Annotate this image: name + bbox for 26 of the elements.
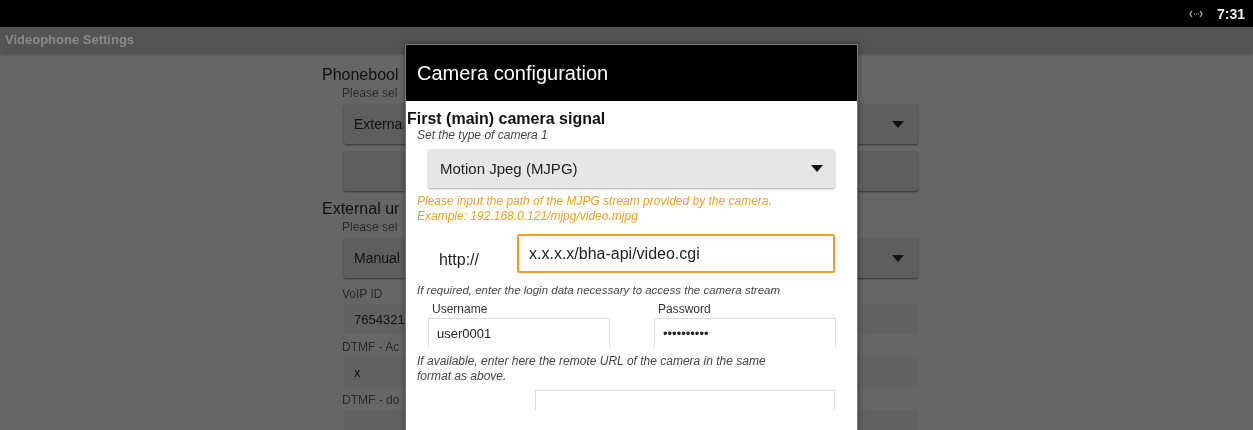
- data-transfer-icon: [1188, 9, 1203, 18]
- remote-url-field[interactable]: [535, 390, 835, 410]
- field-label: VoIP ID: [342, 287, 383, 301]
- remote-hint: If available, enter here the remote URL of the camera in the same format as above.: [417, 354, 767, 384]
- url-prefix: http://: [437, 249, 480, 269]
- caret-icon: [892, 120, 904, 128]
- camera-type-dropdown[interactable]: Motion Jpeg (MJPG): [428, 149, 835, 188]
- field-label: DTMF - Ac: [342, 340, 400, 354]
- section-heading: Phonebool: [322, 66, 399, 84]
- field-label: Password: [658, 302, 712, 316]
- username-field[interactable]: user0001: [428, 318, 610, 348]
- section-heading: External ur: [322, 200, 400, 218]
- login-hint: If required, enter the login data necessary to access the camera stream: [417, 283, 782, 298]
- caret-icon: [811, 165, 823, 172]
- hint-text: Please sel: [342, 86, 398, 100]
- field-hint: Set the type of camera 1: [417, 128, 549, 143]
- url-input-field[interactable]: x.x.x.x/bha-api/video.cgi: [517, 234, 835, 273]
- password-field[interactable]: ••••••••••: [654, 318, 836, 348]
- section-title: First (main) camera signal: [407, 110, 607, 128]
- dialog-title: Camera configuration: [417, 61, 609, 85]
- caret-icon: [892, 254, 904, 262]
- field-label: Username: [432, 302, 489, 316]
- hint-text: Please sel: [342, 220, 398, 234]
- field-label: DTMF - do: [342, 393, 400, 407]
- path-hint: Please input the path of the MJPG stream provided by the camera. Example: 192.168.0.121/mjpg/video.mjpg: [417, 194, 773, 224]
- clock-time: 7:31: [1216, 5, 1245, 22]
